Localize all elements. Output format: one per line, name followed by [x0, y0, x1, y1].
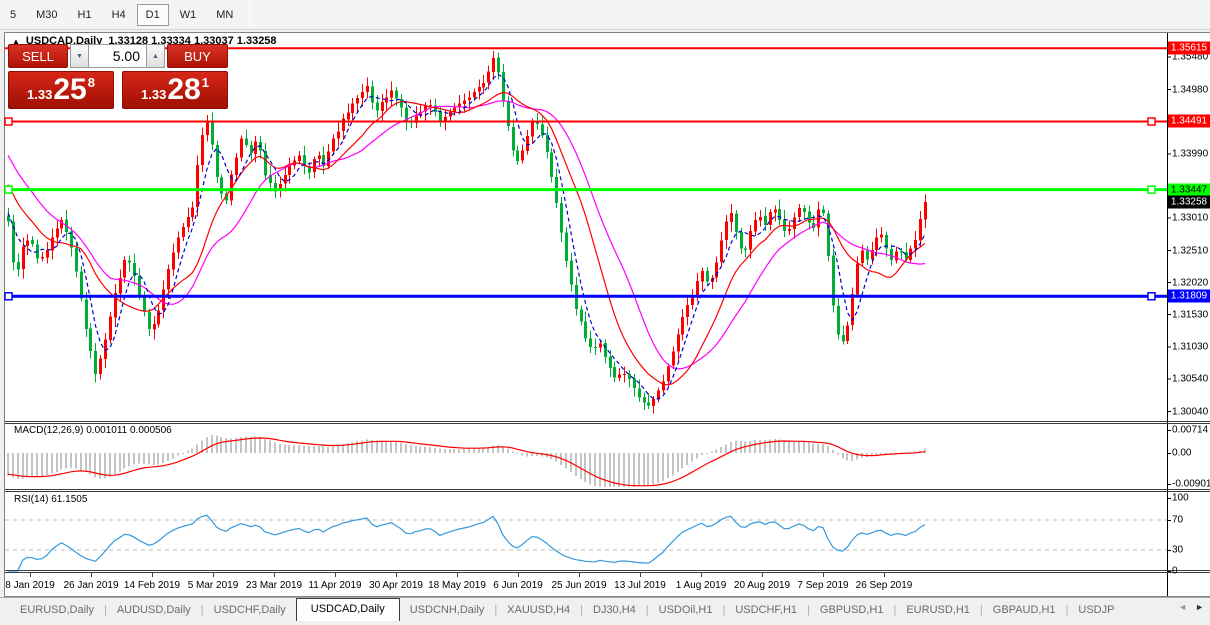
date-label: 8 Jan 2019 — [5, 580, 55, 591]
macd-tick-label: 0.00 — [1172, 447, 1191, 460]
tab-usdcad-daily[interactable]: USDCAD,Daily — [296, 598, 400, 621]
macd-name: MACD(12,26,9) — [14, 425, 83, 436]
timeframe-button-h4[interactable]: H4 — [103, 4, 135, 26]
buy-button[interactable]: BUY — [167, 44, 228, 68]
macd-tick-label: 0.00714 — [1172, 424, 1208, 437]
tab-scroll-right-icon[interactable]: ► — [1195, 602, 1204, 612]
date-label: 30 Apr 2019 — [369, 580, 423, 591]
timeframe-button-mn[interactable]: MN — [207, 4, 242, 26]
date-label: 26 Jan 2019 — [63, 580, 118, 591]
price-badge-135615: 1.35615 — [1168, 42, 1210, 55]
rsi-name: RSI(14) — [14, 494, 48, 505]
rsi-tick-label: 0 — [1172, 565, 1178, 578]
chart-tab-bar: EURUSD,Daily|AUDUSD,Daily|USDCHF,DailyUS… — [0, 597, 1210, 625]
sell-price-sup: 8 — [88, 75, 95, 90]
volume-input[interactable] — [89, 44, 146, 68]
tab-gbpaud-h1[interactable]: GBPAUD,H1 — [983, 599, 1066, 621]
rsi-tick-label: 30 — [1172, 544, 1183, 557]
tab-audusd-daily[interactable]: AUDUSD,Daily — [107, 599, 201, 621]
timeframe-toolbar: 5M30H1H4D1W1MN — [0, 0, 1210, 30]
price-tick-label: 1.30040 — [1172, 405, 1208, 418]
tab-xauusd-h4[interactable]: XAUUSD,H4 — [497, 599, 580, 621]
price-tick-label: 1.32510 — [1172, 244, 1208, 257]
toolbar-separator — [249, 3, 250, 27]
tab-usdcnh-daily[interactable]: USDCNH,Daily — [400, 599, 495, 621]
sell-button[interactable]: SELL — [8, 44, 68, 68]
macd-tick-label: -0.009015 — [1172, 478, 1210, 491]
rsi-tick-label: 100 — [1172, 492, 1189, 505]
price-tick-label: 1.32020 — [1172, 276, 1208, 289]
rsi-tick-label: 70 — [1172, 514, 1183, 527]
date-label: 26 Sep 2019 — [856, 580, 913, 591]
buy-price-prefix: 1.33 — [141, 87, 166, 102]
tab-usdjp[interactable]: USDJP — [1068, 599, 1124, 621]
tab-gbpusd-h1[interactable]: GBPUSD,H1 — [810, 599, 894, 621]
price-tick-label: 1.31530 — [1172, 308, 1208, 321]
date-label: 1 Aug 2019 — [676, 580, 727, 591]
tab-eurusd-h1[interactable]: EURUSD,H1 — [896, 599, 980, 621]
rsi-value: 61.1505 — [51, 494, 87, 505]
date-label: 13 Jul 2019 — [614, 580, 666, 591]
sell-price-tile[interactable]: 1.33 25 8 — [8, 71, 114, 109]
tab-usdchf-daily[interactable]: USDCHF,Daily — [204, 599, 296, 621]
rsi-indicator-label: RSI(14) 61.1505 — [14, 494, 87, 505]
buy-price-big: 28 — [167, 73, 200, 107]
price-tick-label: 1.34980 — [1172, 83, 1208, 96]
date-label: 20 Aug 2019 — [734, 580, 790, 591]
volume-increase-button[interactable]: ▲ — [146, 44, 165, 68]
date-label: 11 Apr 2019 — [308, 580, 361, 591]
date-label: 6 Jun 2019 — [493, 580, 543, 591]
date-label: 7 Sep 2019 — [797, 580, 848, 591]
volume-stepper: ▼ ▲ — [70, 44, 165, 68]
sell-price-prefix: 1.33 — [27, 87, 52, 102]
sell-price-big: 25 — [53, 73, 86, 107]
timeframe-button-m30[interactable]: M30 — [27, 4, 66, 26]
buy-price-sup: 1 — [202, 75, 209, 90]
date-label: 23 Mar 2019 — [246, 580, 302, 591]
price-badge-133447: 1.33447 — [1168, 183, 1210, 196]
price-tick-label: 1.30540 — [1172, 373, 1208, 386]
price-tick-label: 1.33010 — [1172, 212, 1208, 225]
tab-usdchf-h1[interactable]: USDCHF,H1 — [725, 599, 807, 621]
chart-tabs: EURUSD,Daily|AUDUSD,Daily|USDCHF,DailyUS… — [10, 598, 1160, 621]
timeframe-button-d1[interactable]: D1 — [137, 4, 169, 26]
volume-decrease-button[interactable]: ▼ — [70, 44, 89, 68]
price-tick-label: 1.31030 — [1172, 341, 1208, 354]
tab-usdoil-h1[interactable]: USDOil,H1 — [649, 599, 723, 621]
price-badge-134491: 1.34491 — [1168, 115, 1210, 128]
tab-scroll-left-icon[interactable]: ◄ — [1178, 602, 1187, 612]
price-badge-131809: 1.31809 — [1168, 290, 1210, 303]
timeframe-button-5[interactable]: 5 — [1, 4, 25, 26]
one-click-trade-panel: SELL ▼ ▲ BUY 1.33 25 8 1.33 28 1 — [8, 44, 228, 109]
timeframe-button-w1[interactable]: W1 — [171, 4, 206, 26]
macd-values: 0.001011 0.000506 — [86, 425, 171, 436]
buy-price-tile[interactable]: 1.33 28 1 — [122, 71, 228, 109]
price-tick-label: 1.33990 — [1172, 148, 1208, 161]
price-badge-133258: 1.33258 — [1168, 195, 1210, 208]
date-label: 5 Mar 2019 — [188, 580, 239, 591]
tab-scroll-arrows: ◄ ► — [1178, 602, 1204, 612]
tab-dj30-h4[interactable]: DJ30,H4 — [583, 599, 646, 621]
date-label: 14 Feb 2019 — [124, 580, 180, 591]
date-label: 18 May 2019 — [428, 580, 486, 591]
tab-eurusd-daily[interactable]: EURUSD,Daily — [10, 599, 104, 621]
date-label: 25 Jun 2019 — [551, 580, 606, 591]
timeframe-button-h1[interactable]: H1 — [69, 4, 101, 26]
macd-indicator-label: MACD(12,26,9) 0.001011 0.000506 — [14, 425, 172, 436]
